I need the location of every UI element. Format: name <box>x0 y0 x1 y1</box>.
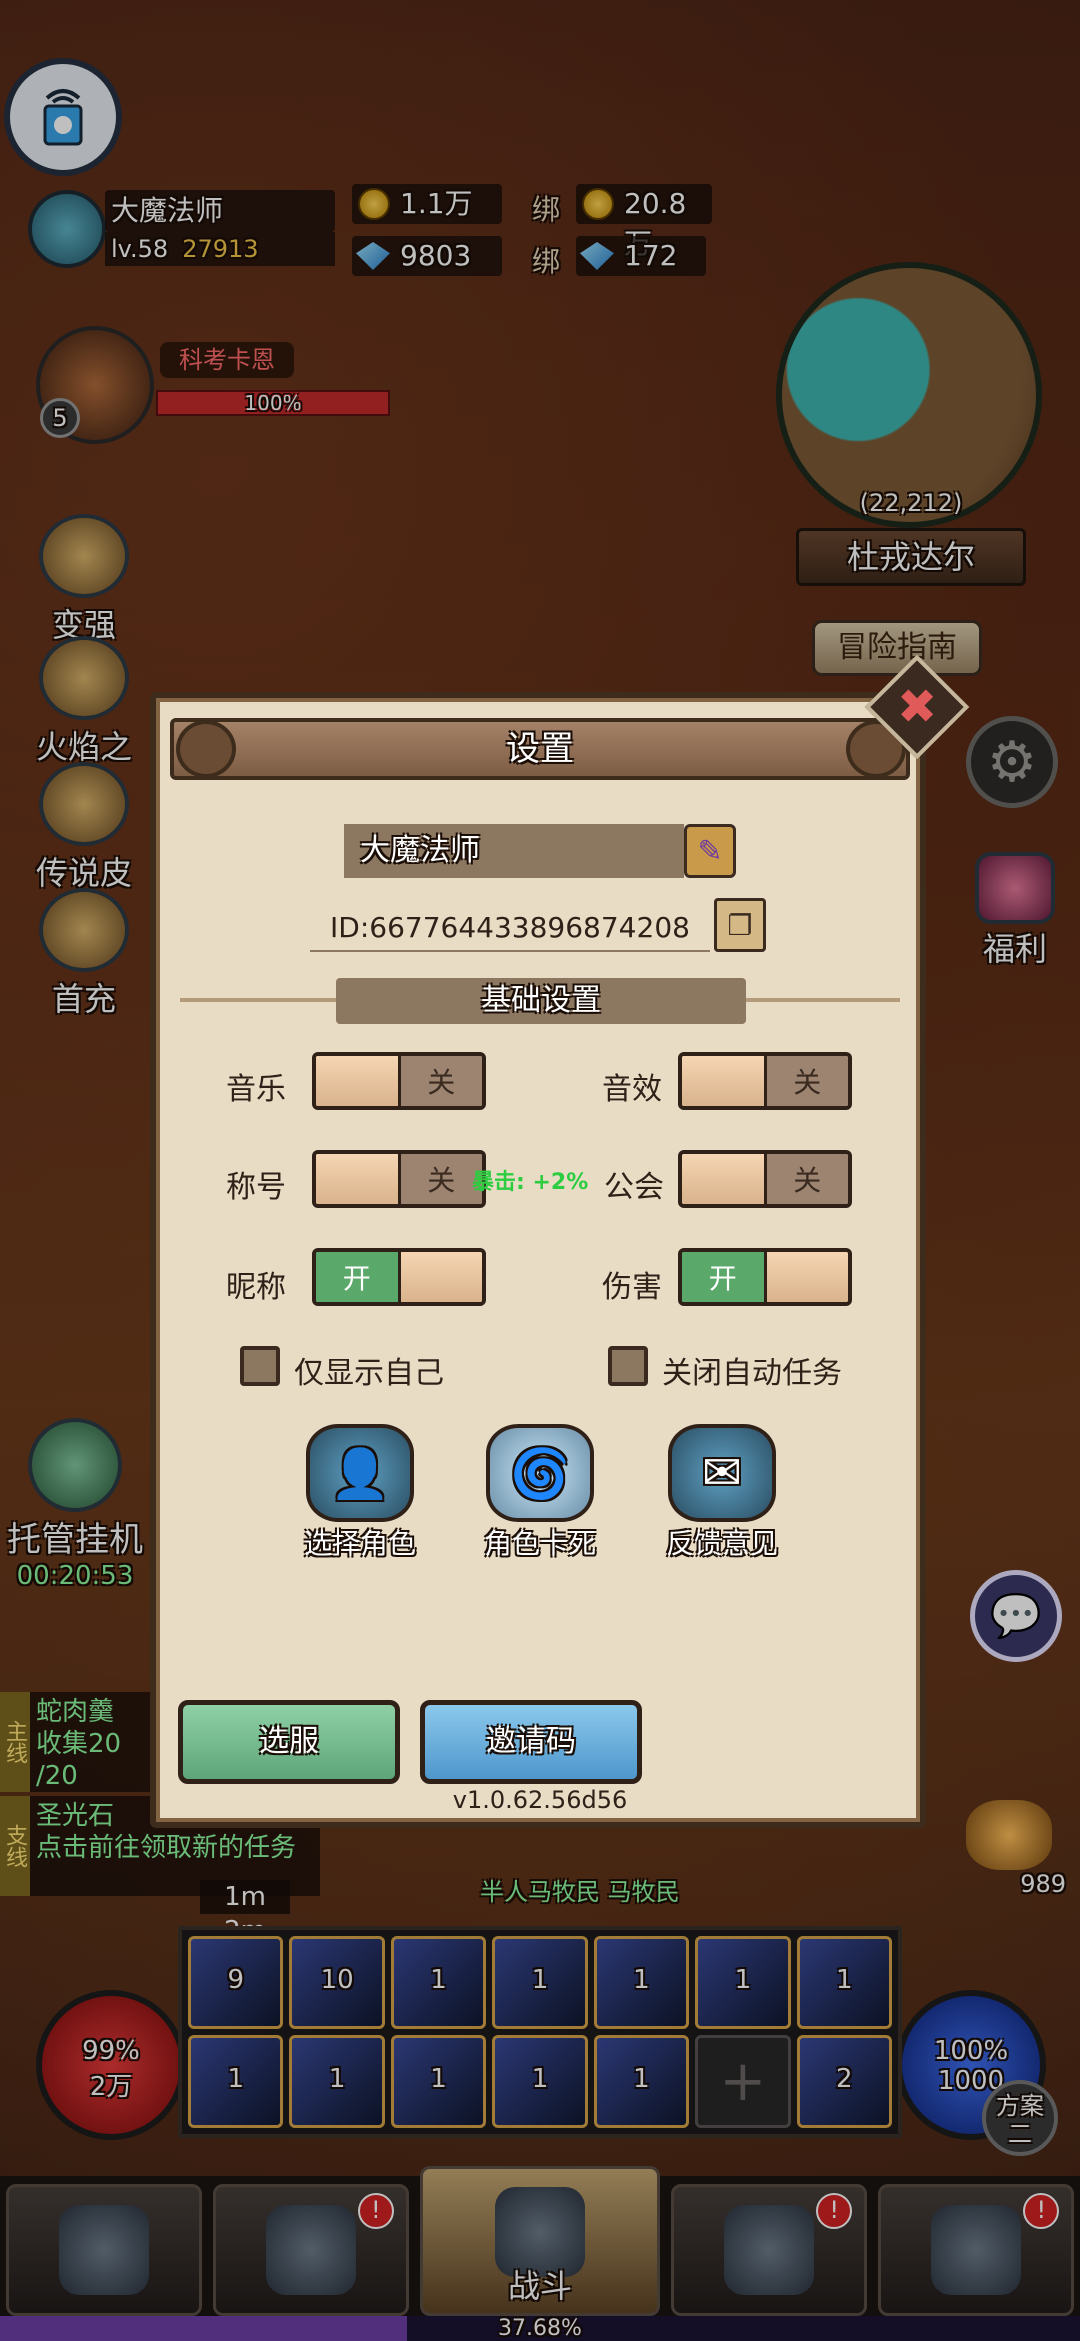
feedback-icon: ✉ <box>668 1424 776 1522</box>
disable-auto-quest-label: 关闭自动任务 <box>662 1356 842 1391</box>
guild-toggle[interactable]: 关 <box>678 1150 852 1208</box>
title-label: 称号 <box>226 1170 286 1205</box>
player-id: ID:667764433896874208 <box>310 904 710 952</box>
select-server-button[interactable]: 选服 <box>178 1700 400 1784</box>
guild-label: 公会 <box>604 1170 664 1205</box>
only-self-checkbox[interactable] <box>240 1346 280 1386</box>
quill-icon: ✎ <box>697 833 723 869</box>
toggle-knob <box>316 1154 401 1204</box>
edit-name-button[interactable]: ✎ <box>684 824 736 878</box>
nickname-toggle[interactable]: 开 <box>312 1248 486 1306</box>
sfx-toggle[interactable]: 关 <box>678 1052 852 1110</box>
feedback-button[interactable]: ✉ 反馈意见 <box>652 1424 792 1562</box>
crit-bonus: 暴击: +2% <box>472 1170 589 1195</box>
invite-code-button[interactable]: 邀请码 <box>420 1700 642 1784</box>
toggle-knob <box>400 1252 482 1302</box>
settings-title: 设置 <box>170 718 910 780</box>
toggle-state: 关 <box>400 1154 482 1204</box>
unstuck-label: 角色卡死 <box>483 1527 596 1560</box>
sfx-label: 音效 <box>602 1072 662 1107</box>
toggle-knob <box>316 1056 401 1106</box>
toggle-state: 关 <box>400 1056 482 1106</box>
toggle-knob <box>682 1154 767 1204</box>
damage-toggle[interactable]: 开 <box>678 1248 852 1306</box>
only-self-label: 仅显示自己 <box>294 1356 444 1391</box>
damage-label: 伤害 <box>602 1270 662 1305</box>
title-toggle[interactable]: 关 <box>312 1150 486 1208</box>
nickname-label: 昵称 <box>226 1270 286 1305</box>
music-label: 音乐 <box>226 1072 286 1107</box>
switch-character-label: 选择角色 <box>303 1527 416 1560</box>
unstuck-button[interactable]: 🌀 角色卡死 <box>470 1424 610 1562</box>
toggle-state: 开 <box>316 1252 401 1302</box>
disable-auto-quest-checkbox[interactable] <box>608 1346 648 1386</box>
switch-character-button[interactable]: 👤 选择角色 <box>290 1424 430 1562</box>
toggle-state: 开 <box>682 1252 767 1302</box>
switch-character-icon: 👤 <box>306 1424 414 1522</box>
music-toggle[interactable]: 关 <box>312 1052 486 1110</box>
section-title: 基础设置 <box>336 978 746 1024</box>
ornament-left-icon <box>176 720 236 778</box>
nickname-field: 大魔法师 <box>344 824 684 878</box>
toggle-state: 关 <box>766 1056 848 1106</box>
copy-icon: ❐ <box>727 908 753 942</box>
close-icon: ✖ <box>896 679 938 735</box>
feedback-label: 反馈意见 <box>665 1527 778 1560</box>
toggle-knob <box>682 1056 767 1106</box>
toggle-knob <box>766 1252 848 1302</box>
version-text: v1.0.62.56d56 <box>452 1786 628 1814</box>
unstuck-icon: 🌀 <box>486 1424 594 1522</box>
copy-id-button[interactable]: ❐ <box>714 898 766 952</box>
toggle-state: 关 <box>766 1154 848 1204</box>
